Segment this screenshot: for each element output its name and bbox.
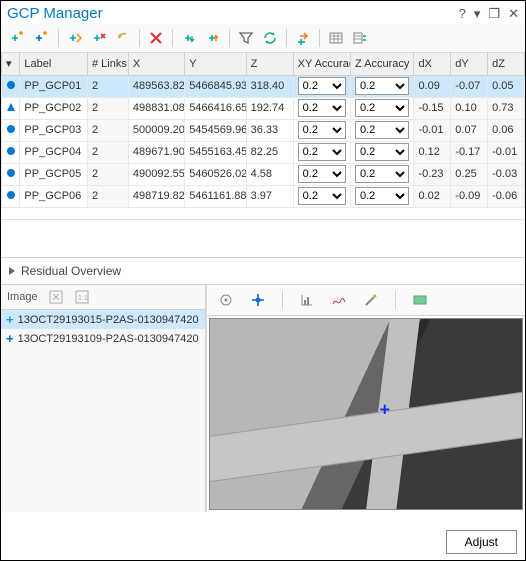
table-row[interactable]: PP_GCP062498719.825461161.883.970.20.20.… — [2, 185, 525, 207]
accuracy-select[interactable]: 0.2 — [298, 187, 346, 205]
close-icon[interactable]: ✕ — [508, 6, 519, 22]
svg-text:1:1: 1:1 — [78, 295, 88, 302]
col-dx[interactable]: dX — [414, 53, 451, 75]
image-name: 13OCT29193109-P2AS-0130947420 — [18, 333, 199, 345]
accuracy-select[interactable]: 0.2 — [298, 165, 346, 183]
target-icon[interactable] — [215, 289, 237, 311]
help-icon[interactable]: ? — [459, 6, 466, 21]
main-toolbar — [1, 24, 525, 53]
select-by-button[interactable] — [349, 27, 371, 49]
col-xyacc[interactable]: XY Accuracy — [293, 53, 350, 75]
add-gcp-alt-button[interactable] — [31, 27, 53, 49]
accuracy-select[interactable]: 0.2 — [298, 77, 346, 95]
col-marker[interactable]: ▾ — [2, 53, 20, 75]
image-viewer[interactable]: + — [209, 318, 523, 510]
col-dy[interactable]: dY — [451, 53, 488, 75]
col-label[interactable]: Label — [20, 53, 88, 75]
col-zacc[interactable]: Z Accuracy — [350, 53, 413, 75]
accuracy-select[interactable]: 0.2 — [298, 99, 346, 117]
shift-button[interactable] — [292, 27, 314, 49]
extent-1-1-icon[interactable]: 1:1 — [74, 289, 90, 305]
chevron-right-icon — [9, 267, 15, 275]
delete-all-button[interactable] — [145, 27, 167, 49]
plus-icon: + — [6, 332, 14, 345]
add-gcp-button[interactable] — [7, 27, 29, 49]
recompute-button[interactable] — [64, 27, 86, 49]
residual-section[interactable]: Residual Overview — [1, 257, 525, 284]
accuracy-select[interactable]: 0.2 — [355, 143, 409, 161]
gcp-table[interactable]: ▾ Label # Links X Y Z XY Accuracy Z Accu… — [1, 53, 525, 208]
gcp-tbody: PP_GCP012489563.825466845.93318.400.20.2… — [2, 75, 525, 207]
dropdown-icon[interactable]: ▾ — [474, 6, 481, 22]
accuracy-select[interactable]: 0.2 — [355, 99, 409, 117]
delete-button[interactable] — [88, 27, 110, 49]
plus-icon: + — [6, 313, 14, 326]
accuracy-select[interactable]: 0.2 — [355, 121, 409, 139]
col-dz[interactable]: dZ — [488, 53, 525, 75]
col-z[interactable]: Z — [246, 53, 293, 75]
zoom-extent-icon[interactable] — [48, 289, 64, 305]
accuracy-select[interactable]: 0.2 — [298, 121, 346, 139]
move-down-button[interactable] — [178, 27, 200, 49]
undo-button[interactable] — [112, 27, 134, 49]
table-row[interactable]: PP_GCP012489563.825466845.93318.400.20.2… — [2, 75, 525, 97]
adjust-button[interactable]: Adjust — [446, 530, 517, 554]
col-x[interactable]: X — [128, 53, 184, 75]
window-title: GCP Manager — [7, 5, 103, 22]
col-y[interactable]: Y — [185, 53, 246, 75]
filter-button[interactable] — [235, 27, 257, 49]
residual-title: Residual Overview — [21, 264, 121, 278]
accuracy-select[interactable]: 0.2 — [298, 143, 346, 161]
move-up-button[interactable] — [202, 27, 224, 49]
table-row[interactable]: PP_GCP042489671.905455163.4582.250.20.20… — [2, 141, 525, 163]
accuracy-select[interactable]: 0.2 — [355, 77, 409, 95]
accuracy-select[interactable]: 0.2 — [355, 187, 409, 205]
pan-icon[interactable] — [247, 289, 269, 311]
chart-icon[interactable] — [296, 289, 318, 311]
table-row[interactable]: PP_GCP032500009.205454569.9636.330.20.2-… — [2, 119, 525, 141]
maximize-icon[interactable]: ❐ — [488, 6, 500, 22]
table-button[interactable] — [325, 27, 347, 49]
refresh-button[interactable] — [259, 27, 281, 49]
table-row[interactable]: PP_GCP052490092.555460526.024.580.20.2-0… — [2, 163, 525, 185]
swatch-icon[interactable] — [409, 289, 431, 311]
col-links[interactable]: # Links — [87, 53, 128, 75]
image-panel-title: Image — [7, 291, 38, 303]
image-list: +13OCT29193015-P2AS-0130947420+13OCT2919… — [1, 310, 205, 512]
image-name: 13OCT29193015-P2AS-0130947420 — [18, 314, 199, 326]
curve-icon[interactable] — [328, 289, 350, 311]
list-item[interactable]: +13OCT29193109-P2AS-0130947420 — [1, 329, 205, 348]
crosshair-icon: + — [379, 400, 390, 421]
wand-icon[interactable] — [360, 289, 382, 311]
accuracy-select[interactable]: 0.2 — [355, 165, 409, 183]
list-item[interactable]: +13OCT29193015-P2AS-0130947420 — [1, 310, 205, 329]
table-row[interactable]: PP_GCP022498831.085466416.65192.740.20.2… — [2, 97, 525, 119]
